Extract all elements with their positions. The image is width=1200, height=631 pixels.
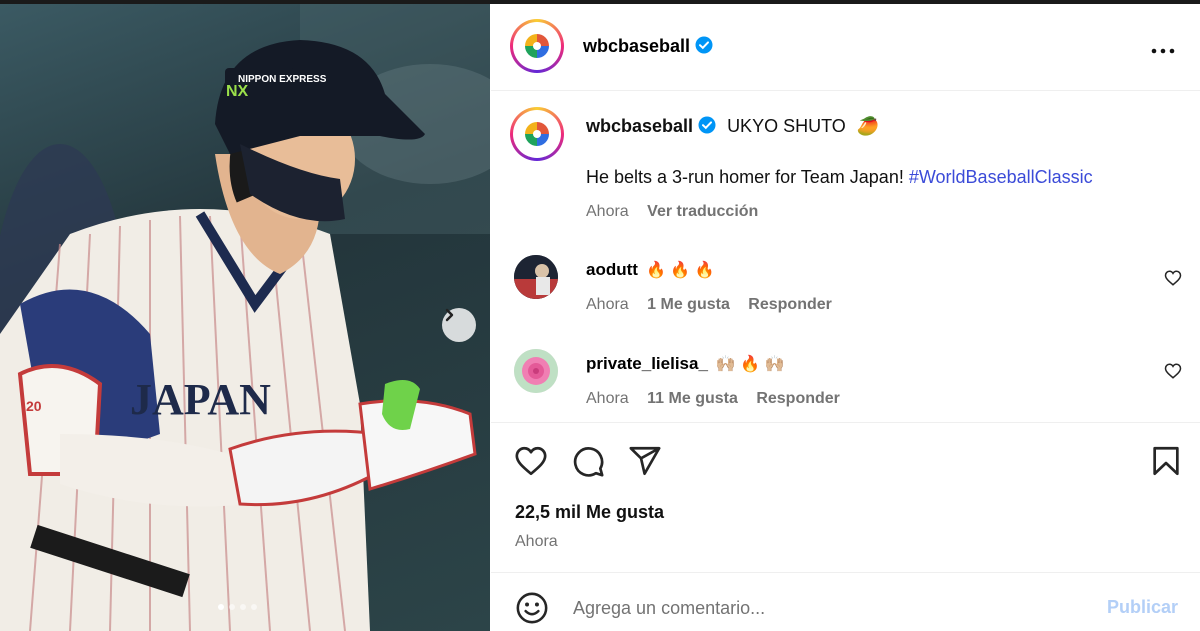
comment-like-heart-icon[interactable] (1164, 269, 1182, 287)
more-dots-icon (1151, 48, 1175, 54)
comment-meta: Ahora 1 Me gusta Responder (586, 296, 832, 314)
post-detail-panel: wbcbaseball wbcbaseball UKYO SHUTO 🥭 He … (491, 4, 1200, 631)
verified-badge-icon (695, 36, 713, 54)
comment-line: private_lielisa_ 🙌🏼 🔥 🙌🏼 (586, 354, 785, 374)
save-bookmark-icon[interactable] (1149, 444, 1183, 478)
more-options-button[interactable] (1151, 34, 1175, 60)
likes-count[interactable]: 22,5 mil Me gusta (515, 502, 664, 523)
actions-divider (491, 422, 1200, 423)
commenter-photo (514, 255, 558, 299)
comment-time: Ahora (586, 296, 629, 313)
caption-hashtag[interactable]: #WorldBaseballClassic (909, 167, 1093, 187)
chevron-right-icon (445, 308, 454, 322)
post-header: wbcbaseball (491, 4, 1200, 91)
helmet-sponsor-text: NIPPON EXPRESS (238, 74, 327, 85)
share-send-icon[interactable] (628, 444, 662, 478)
comment-likes[interactable]: 1 Me gusta (647, 296, 730, 313)
caption-title-emoji: 🥭 (856, 116, 880, 136)
comment-time: Ahora (586, 390, 629, 407)
author-username-header[interactable]: wbcbaseball (583, 36, 713, 57)
caption-meta: Ahora Ver traducción (586, 203, 758, 221)
composer-divider (491, 572, 1200, 573)
comment-bubble-icon[interactable] (571, 444, 605, 478)
helmet-sponsor-logo: NX (226, 83, 249, 100)
author-username-text[interactable]: wbcbaseball (583, 36, 690, 56)
caption-time: Ahora (586, 203, 629, 220)
comment-likes[interactable]: 11 Me gusta (647, 390, 738, 407)
carousel-dot (218, 604, 224, 610)
next-image-button[interactable] (442, 308, 476, 342)
caption-title: UKYO SHUTO (727, 116, 846, 136)
comment-username[interactable]: aodutt (586, 260, 638, 279)
comment-meta: Ahora 11 Me gusta Responder (586, 390, 840, 408)
wbc-logo-icon (525, 34, 549, 58)
carousel-dot (229, 604, 235, 610)
wbc-logo-icon (525, 122, 549, 146)
caption-author[interactable]: wbcbaseball (586, 116, 693, 136)
caption-text: He belts a 3-run homer for Team Japan! (586, 167, 904, 187)
carousel-dot (240, 604, 246, 610)
publish-button[interactable]: Publicar (1107, 597, 1178, 618)
emoji-icon[interactable] (515, 591, 549, 625)
post-time: Ahora (515, 533, 558, 550)
comment-avatar[interactable] (514, 255, 558, 299)
comment-avatar[interactable] (514, 349, 558, 393)
sleeve-number: 20 (26, 398, 42, 414)
comment-text: 🙌🏼 🔥 🙌🏼 (715, 356, 785, 373)
caption-body: He belts a 3-run homer for Team Japan! #… (586, 167, 1093, 188)
player-photo: NIPPON EXPRESS NX JAPAN 20 (0, 4, 490, 631)
caption-avatar[interactable] (510, 107, 564, 161)
jersey-text: JAPAN (130, 375, 271, 424)
post-image[interactable]: NIPPON EXPRESS NX JAPAN 20 (0, 4, 490, 631)
like-heart-icon[interactable] (514, 444, 548, 478)
verified-badge-icon (698, 116, 716, 134)
translate-link[interactable]: Ver traducción (647, 203, 758, 220)
author-avatar[interactable] (510, 19, 564, 73)
comment-text: 🔥 🔥 🔥 (645, 262, 715, 279)
carousel-indicator (218, 604, 257, 610)
comment-username[interactable]: private_lielisa_ (586, 354, 708, 373)
caption-first-line: wbcbaseball UKYO SHUTO 🥭 (586, 116, 879, 137)
comment-like-heart-icon[interactable] (1164, 362, 1182, 380)
reply-button[interactable]: Responder (748, 296, 832, 313)
reply-button[interactable]: Responder (756, 390, 840, 407)
comment-input[interactable] (571, 594, 1075, 622)
carousel-dot (251, 604, 257, 610)
comment-line: aodutt 🔥 🔥 🔥 (586, 260, 715, 280)
commenter-photo (514, 349, 558, 393)
